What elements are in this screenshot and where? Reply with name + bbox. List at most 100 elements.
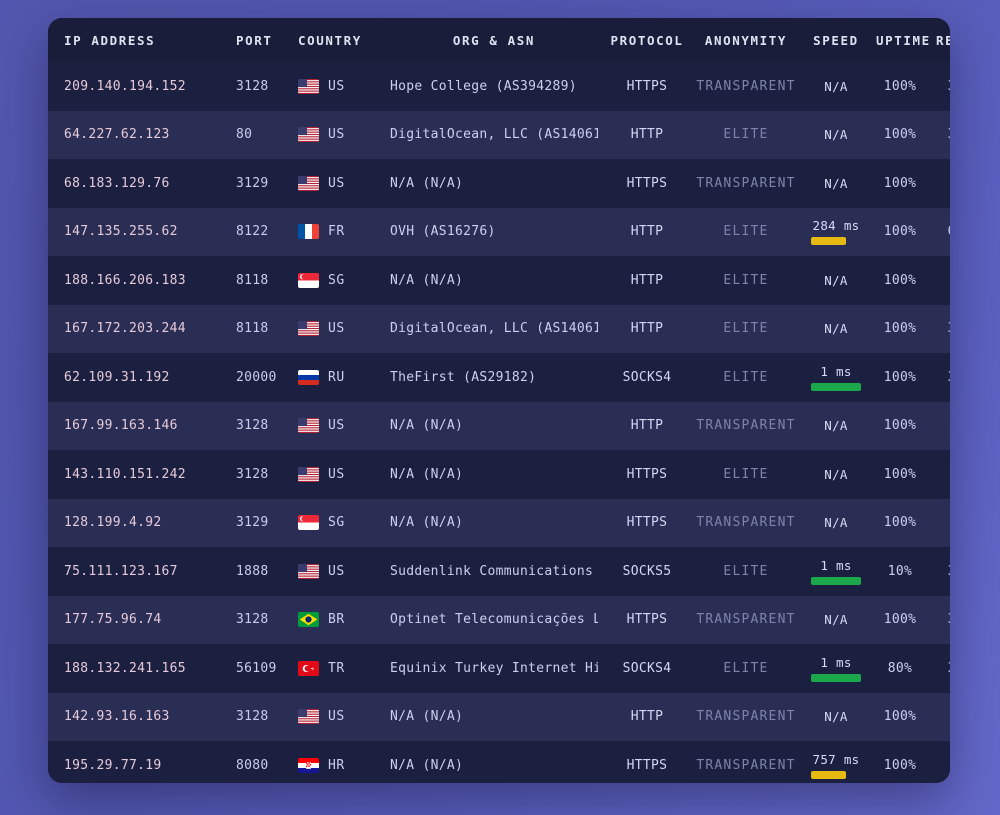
protocol-text: SOCKS4 bbox=[623, 370, 672, 385]
table-row[interactable]: 167.172.203.2448118 USDigitalOcean, LLC … bbox=[48, 305, 950, 354]
cell-protocol: SOCKS4 bbox=[604, 644, 690, 693]
uptime-text: 100% bbox=[884, 321, 917, 336]
table-row[interactable]: 188.132.241.16556109 TREquinix Turkey In… bbox=[48, 644, 950, 693]
column-header-response[interactable]: RESPONSE bbox=[930, 18, 950, 62]
anonymity-badge: TRANSPARENT bbox=[696, 515, 795, 530]
flag-icon-sg bbox=[298, 515, 319, 530]
cell-country: US bbox=[292, 305, 384, 354]
country-code-text: SG bbox=[328, 273, 345, 288]
cell-protocol: HTTPS bbox=[604, 159, 690, 208]
column-header-org[interactable]: ORG & ASN bbox=[384, 18, 604, 62]
cell-response: 35 ms bbox=[930, 353, 950, 402]
cell-response: N/A bbox=[930, 402, 950, 451]
cell-port: 8118 bbox=[230, 256, 292, 305]
flag-icon-us bbox=[298, 321, 319, 336]
table-row[interactable]: 209.140.194.1523128 USHope College (AS39… bbox=[48, 62, 950, 111]
port-text: 3129 bbox=[236, 515, 269, 530]
ip-address-text: 143.110.151.242 bbox=[64, 467, 186, 482]
speed-bar-fill bbox=[811, 237, 846, 245]
uptime-text: 100% bbox=[884, 467, 917, 482]
cell-speed: N/A bbox=[802, 111, 870, 160]
speed-value-text: N/A bbox=[824, 273, 847, 288]
cell-ip-address: 62.109.31.192 bbox=[48, 353, 230, 402]
column-header-anonymity[interactable]: ANONYMITY bbox=[690, 18, 802, 62]
cell-anonymity: ELITE bbox=[690, 353, 802, 402]
speed-bar-fill bbox=[811, 577, 861, 585]
speed-cell: N/A bbox=[808, 693, 864, 742]
cell-country: BR bbox=[292, 596, 384, 645]
table-row[interactable]: 128.199.4.923129 SGN/A (N/A)HTTPSTRANSPA… bbox=[48, 499, 950, 548]
cell-org-asn: Optinet Telecomunicações L bbox=[384, 596, 604, 645]
country-code-text: US bbox=[328, 321, 345, 336]
cell-anonymity: ELITE bbox=[690, 644, 802, 693]
ip-address-text: 188.166.206.183 bbox=[64, 273, 186, 288]
cell-anonymity: ELITE bbox=[690, 547, 802, 596]
anonymity-badge: ELITE bbox=[723, 564, 768, 579]
speed-value-text: N/A bbox=[824, 467, 847, 482]
cell-uptime: 100% bbox=[870, 111, 930, 160]
table-row[interactable]: 142.93.16.1633128 USN/A (N/A)HTTPTRANSPA… bbox=[48, 693, 950, 742]
cell-uptime: 100% bbox=[870, 693, 930, 742]
table-row[interactable]: 75.111.123.1671888 USSuddenlink Communic… bbox=[48, 547, 950, 596]
anonymity-badge: TRANSPARENT bbox=[696, 709, 795, 724]
country-code-text: BR bbox=[328, 612, 345, 627]
cell-uptime: 80% bbox=[870, 644, 930, 693]
anonymity-badge: ELITE bbox=[723, 321, 768, 336]
cell-country: US bbox=[292, 62, 384, 111]
speed-cell: 1 ms bbox=[808, 353, 864, 402]
cell-country: HR bbox=[292, 741, 384, 783]
ip-address-text: 167.99.163.146 bbox=[64, 418, 178, 433]
column-header-port[interactable]: PORT bbox=[230, 18, 292, 62]
column-header-protocol[interactable]: PROTOCOL bbox=[604, 18, 690, 62]
column-header-speed[interactable]: SPEED bbox=[802, 18, 870, 62]
cell-protocol: SOCKS5 bbox=[604, 547, 690, 596]
table-row[interactable]: 62.109.31.19220000 RUTheFirst (AS29182)S… bbox=[48, 353, 950, 402]
cell-speed: 1 ms bbox=[802, 353, 870, 402]
speed-value-text: N/A bbox=[824, 127, 847, 142]
cell-ip-address: 177.75.96.74 bbox=[48, 596, 230, 645]
table-row[interactable]: 195.29.77.198080 HRN/A (N/A)HTTPSTRANSPA… bbox=[48, 741, 950, 783]
cell-ip-address: 167.172.203.244 bbox=[48, 305, 230, 354]
table-row[interactable]: 167.99.163.1463128 USN/A (N/A)HTTPTRANSP… bbox=[48, 402, 950, 451]
flag-icon-us bbox=[298, 79, 319, 94]
response-text: 37 ms bbox=[948, 564, 950, 579]
column-header-uptime[interactable]: UPTIME bbox=[870, 18, 930, 62]
cell-response: 39 ms bbox=[930, 62, 950, 111]
anonymity-badge: ELITE bbox=[723, 370, 768, 385]
uptime-text: 100% bbox=[884, 79, 917, 94]
ip-address-text: 75.111.123.167 bbox=[64, 564, 178, 579]
country-code-text: HR bbox=[328, 758, 345, 773]
table-row[interactable]: 147.135.255.628122 FROVH (AS16276)HTTPEL… bbox=[48, 208, 950, 257]
port-text: 3128 bbox=[236, 709, 269, 724]
speed-bar-track bbox=[811, 383, 861, 391]
table-row[interactable]: 64.227.62.12380 USDigitalOcean, LLC (AS1… bbox=[48, 111, 950, 160]
column-header-ip[interactable]: IP ADDRESS bbox=[48, 18, 230, 62]
cell-org-asn: OVH (AS16276) bbox=[384, 208, 604, 257]
port-text: 20000 bbox=[236, 370, 277, 385]
cell-org-asn: Hope College (AS394289) bbox=[384, 62, 604, 111]
ip-address-text: 209.140.194.152 bbox=[64, 79, 186, 94]
table-row[interactable]: 68.183.129.763129 USN/A (N/A)HTTPSTRANSP… bbox=[48, 159, 950, 208]
protocol-text: HTTP bbox=[631, 224, 664, 239]
protocol-text: HTTP bbox=[631, 321, 664, 336]
country-code-text: US bbox=[328, 709, 345, 724]
table-row[interactable]: 177.75.96.743128 BR Optinet Telecomunicaç… bbox=[48, 596, 950, 645]
cell-port: 3128 bbox=[230, 596, 292, 645]
country-code-text: US bbox=[328, 176, 345, 191]
table-row[interactable]: 143.110.151.2423128 USN/A (N/A)HTTPSELIT… bbox=[48, 450, 950, 499]
uptime-text: 100% bbox=[884, 418, 917, 433]
country-code-text: US bbox=[328, 127, 345, 142]
cell-org-asn: N/A (N/A) bbox=[384, 693, 604, 742]
ip-address-text: 147.135.255.62 bbox=[64, 224, 178, 239]
speed-value-text: N/A bbox=[824, 321, 847, 336]
cell-protocol: HTTP bbox=[604, 693, 690, 742]
org-asn-text: N/A (N/A) bbox=[390, 418, 598, 433]
table-body: 209.140.194.1523128 USHope College (AS39… bbox=[48, 62, 950, 783]
flag-icon-us bbox=[298, 564, 319, 579]
cell-response: 37 ms bbox=[930, 547, 950, 596]
column-header-country[interactable]: COUNTRY bbox=[292, 18, 384, 62]
cell-ip-address: 147.135.255.62 bbox=[48, 208, 230, 257]
table-row[interactable]: 188.166.206.1838118 SGN/A (N/A)HTTPELITE… bbox=[48, 256, 950, 305]
flag-icon-sg bbox=[298, 273, 319, 288]
protocol-text: SOCKS4 bbox=[623, 661, 672, 676]
